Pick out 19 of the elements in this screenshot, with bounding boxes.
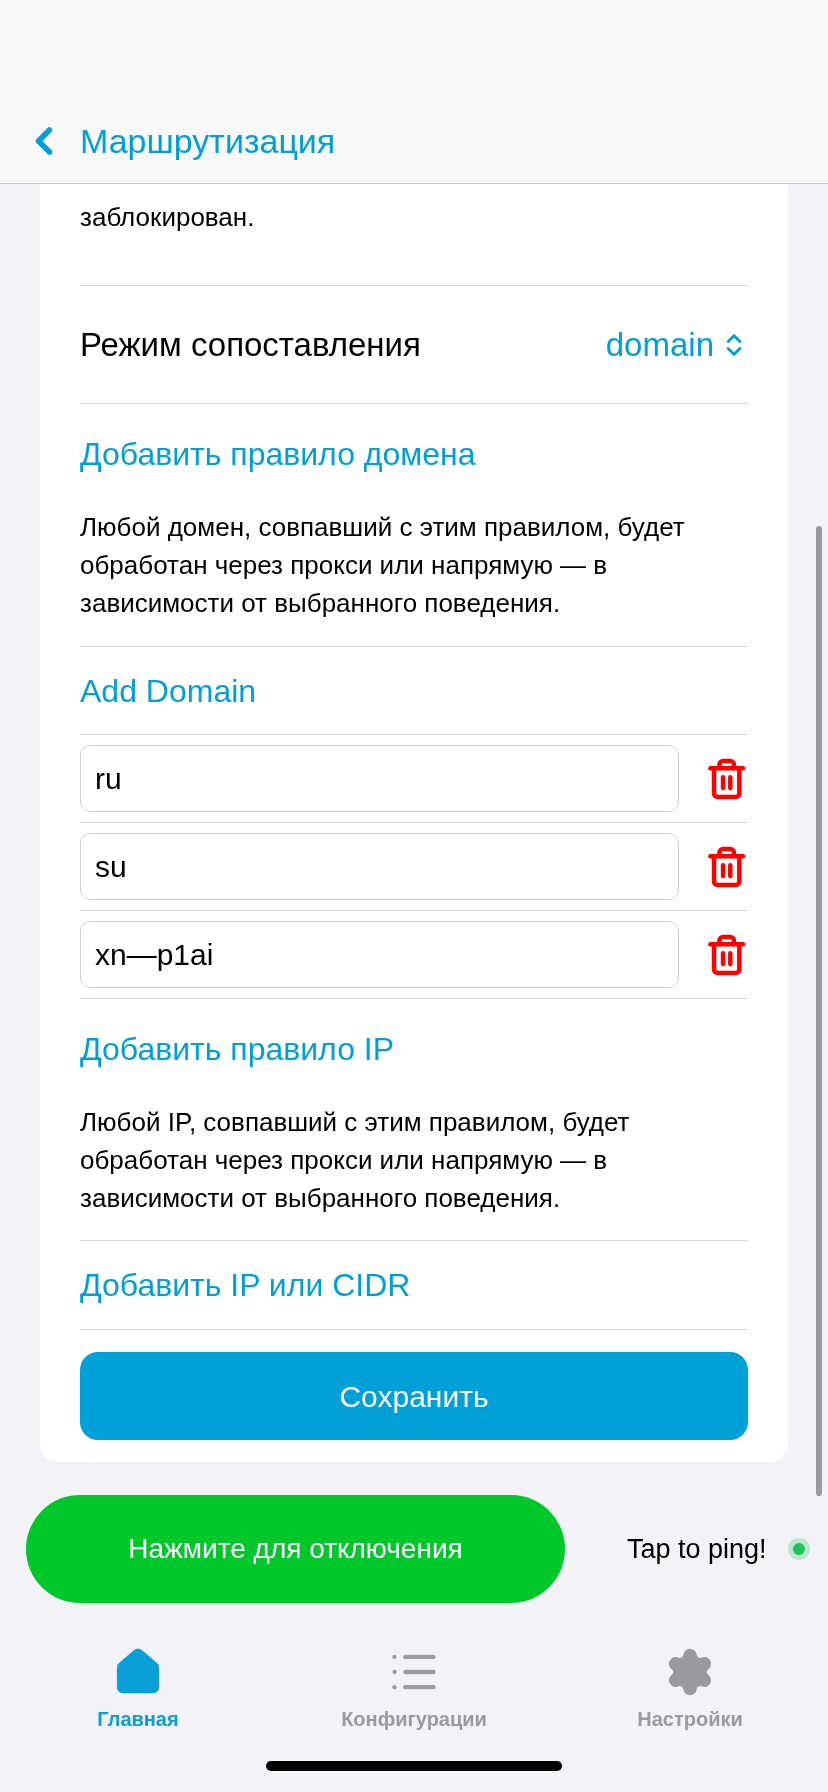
section-title: Добавить правило IP	[80, 1030, 396, 1069]
tab-bar-item[interactable]: Конфигурации	[276, 1646, 552, 1734]
add-ip-button[interactable]: Добавить IP или CIDR	[80, 1261, 411, 1309]
disconnect-button[interactable]: Нажмите для отключения	[26, 1495, 565, 1603]
match-mode-picker[interactable]: domain	[605, 319, 748, 370]
section-description: Любой домен, совпавший с этим правилом, будет обработан через прокси или напрямую — в зависимости от выбранного поведения.	[80, 511, 686, 620]
section-title: Добавить правило домена	[80, 435, 477, 474]
intro-text: заблокирован.	[80, 202, 255, 232]
match-mode-label: Режим сопоставления	[80, 324, 421, 365]
back-title[interactable]: Маршрутизация	[80, 115, 336, 167]
domain-field[interactable]: su	[80, 833, 679, 900]
ping-button[interactable]: Tap to ping!	[627, 1528, 767, 1570]
domain-field[interactable]: xn—p1ai	[80, 921, 679, 988]
save-button[interactable]: Сохранить	[80, 1352, 748, 1440]
add-domain-button[interactable]: Add Domain	[80, 666, 257, 715]
domain-field[interactable]: ru	[80, 745, 679, 812]
section-description: Любой IP, совпавший с этим правилом, будет обработан через прокси или напрямую — в зависимости от выбранного поведения.	[80, 1106, 631, 1215]
tab-bar-item[interactable]: Настройки	[552, 1646, 828, 1734]
tab-bar-item[interactable]: Главная	[0, 1646, 276, 1734]
